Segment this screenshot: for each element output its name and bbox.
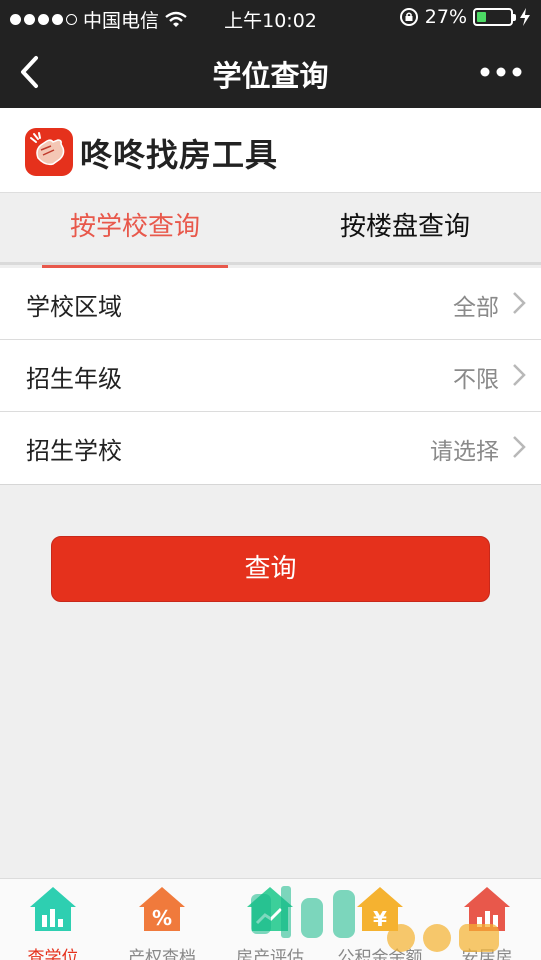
filter-label: 招生年级 (26, 365, 122, 393)
tab-by-school-label: 按学校查询 (69, 212, 200, 242)
chevron-right-icon (513, 436, 526, 458)
school-house-icon (30, 887, 76, 931)
bottom-tab-bar: 查学位 % 产权查档 房产评估 ¥ 公积金余额 安居房 (0, 878, 541, 960)
filter-row-area[interactable]: 学校区域 全部 (0, 268, 541, 340)
tabbar-label: 查学位 (27, 948, 79, 960)
brand-header: 咚咚找房工具 (0, 108, 541, 193)
tabbar-label: 公积金余额 (337, 948, 423, 960)
battery-icon (473, 8, 516, 26)
tabbar-item-valuation[interactable]: 房产评估 (220, 885, 320, 960)
search-mode-tabs: 按学校查询 按楼盘查询 (0, 193, 541, 268)
brand-name: 咚咚找房工具 (80, 136, 279, 174)
filter-row-grade[interactable]: 招生年级 不限 (0, 340, 541, 412)
tabbar-label: 安居房 (461, 948, 513, 960)
rotation-lock-icon (399, 8, 418, 26)
tabbar-item-school[interactable]: 查学位 (3, 885, 103, 960)
filter-value: 不限 (453, 367, 499, 393)
page-title: 学位查询 (212, 59, 329, 93)
filter-label: 招生学校 (26, 437, 122, 465)
tabbar-label: 产权查档 (128, 948, 196, 960)
filter-value: 全部 (453, 295, 499, 321)
query-button[interactable]: 查询 (51, 536, 490, 602)
tabbar-label: 房产评估 (236, 948, 304, 960)
nav-bar: 学位查询 (0, 36, 541, 108)
filter-row-school[interactable]: 招生学校 请选择 (0, 412, 541, 484)
charging-bolt-icon (520, 8, 530, 26)
chart-house-icon (247, 887, 293, 931)
tab-by-school[interactable]: 按学校查询 (42, 193, 228, 268)
tabbar-item-title-deed[interactable]: % 产权查档 (112, 885, 212, 960)
yen-house-icon: ¥ (357, 887, 403, 931)
tabbar-item-affordable-housing[interactable]: 安居房 (437, 885, 537, 960)
tabbar-item-provident-fund[interactable]: ¥ 公积金余额 (330, 885, 430, 960)
bar-house-icon (464, 887, 510, 931)
chevron-right-icon (513, 364, 526, 386)
chevron-right-icon (513, 292, 526, 314)
tab-by-estate-label: 按楼盘查询 (339, 212, 470, 242)
battery-percent: 27% (424, 6, 467, 28)
svg-text:¥: ¥ (373, 907, 387, 931)
tab-by-estate[interactable]: 按楼盘查询 (310, 193, 500, 265)
svg-text:%: % (152, 906, 172, 930)
filter-list: 学校区域 全部 招生年级 不限 招生学校 请选择 (0, 268, 541, 485)
app-logo-icon (25, 128, 73, 176)
more-dots-icon[interactable] (479, 58, 523, 86)
filter-label: 学校区域 (26, 293, 122, 321)
percent-house-icon: % (139, 887, 185, 931)
status-right: 27% (399, 6, 531, 28)
status-bar: 中国电信 上午10:02 27% (0, 0, 541, 36)
filter-value: 请选择 (430, 439, 499, 465)
